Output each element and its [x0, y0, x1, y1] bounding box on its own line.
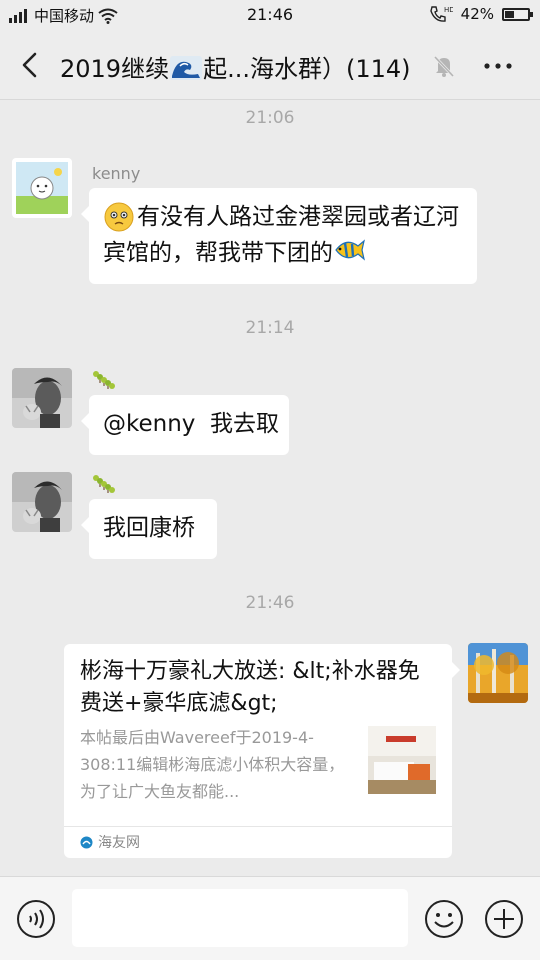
chat-title-part2: 起...海水群）(114)	[203, 55, 411, 83]
plus-icon[interactable]	[484, 899, 524, 939]
battery-level	[505, 10, 515, 18]
link-card-source: 海友网	[98, 834, 140, 851]
back-arrow-icon[interactable]	[14, 48, 48, 82]
link-card[interactable]: 彬海十万豪礼大放送: &lt;补水器免费送+豪华底滤&gt; 本帖最后由Wave…	[64, 644, 460, 858]
avatar-self[interactable]	[468, 643, 528, 703]
source-logo-icon	[80, 836, 93, 849]
sweat-smile-emoji-icon	[104, 202, 134, 232]
avatar-self-image	[468, 643, 528, 703]
caterpillar-emoji-icon	[93, 475, 115, 493]
avatar-user-image	[12, 368, 72, 428]
timestamp: 21:06	[245, 108, 295, 128]
more-options-icon[interactable]	[482, 52, 514, 80]
wave-emoji-icon	[170, 56, 203, 80]
timestamp: 21:46	[245, 593, 295, 613]
link-card-title: 彬海十万豪礼大放送: &lt;补水器免费送+豪华底滤&gt;	[80, 659, 420, 716]
message-bubble[interactable]: @kenny 我去取	[81, 395, 289, 455]
chat-title-part1: 2019继续	[60, 55, 170, 83]
message-bubble[interactable]: 我回康桥	[81, 499, 217, 559]
message-bubble[interactable]: 有没有人路过金港翠园或者辽河宾馆的，帮我带下团的	[81, 188, 477, 284]
avatar-kenny-image	[12, 158, 72, 218]
status-right: HD 42%	[429, 5, 533, 23]
avatar-user[interactable]	[12, 368, 72, 428]
input-bar	[0, 876, 540, 960]
battery-icon	[502, 7, 533, 21]
tropical-fish-emoji-icon	[335, 239, 365, 261]
message-text: @kenny 我去取	[103, 411, 280, 437]
voice-input-icon[interactable]	[16, 899, 56, 939]
avatar-user-image	[12, 472, 72, 532]
message-text: 我回康桥	[103, 515, 195, 541]
link-card-description: 本帖最后由Wavereef于2019-4-308:11编辑彬海底滤小体积大容量，…	[80, 728, 345, 801]
avatar-kenny[interactable]	[12, 158, 72, 218]
avatar-user[interactable]	[12, 472, 72, 532]
chat-title[interactable]: 2019继续 起...海水群）(114)	[60, 49, 411, 84]
battery-percent: 42%	[460, 5, 494, 23]
hd-call-icon: HD	[429, 6, 453, 22]
hd-label: HD	[444, 6, 453, 14]
mute-bell-icon	[433, 55, 455, 78]
chat-header: 2019继续 起...海水群）(114)	[0, 30, 540, 100]
message-input[interactable]	[72, 889, 408, 947]
message-text: 有没有人路过金港翠园或者辽河宾馆的，帮我带下团的	[103, 204, 459, 266]
link-card-footer: 海友网	[64, 826, 452, 858]
caterpillar-emoji-icon	[93, 371, 115, 389]
emoji-icon[interactable]	[424, 899, 464, 939]
status-bar: 中国移动 21:46 HD 42%	[0, 0, 540, 30]
sender-name: kenny	[92, 164, 141, 183]
link-card-thumbnail	[368, 726, 436, 794]
timestamp: 21:14	[245, 318, 295, 338]
